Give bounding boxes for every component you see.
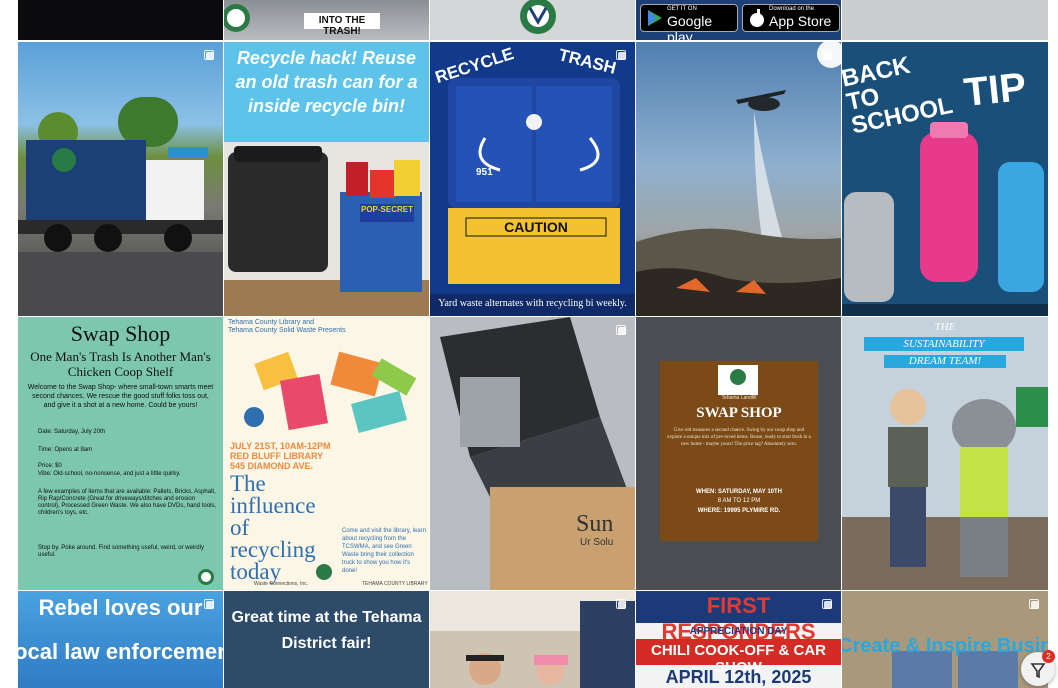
carousel-icon — [204, 599, 215, 610]
post-r2-d-when: WHEN: SATURDAY, MAY 10TH — [695, 489, 782, 495]
trash-can-photo — [224, 142, 429, 316]
post-r2-a-subtitle: One Man's Trash Is Another Man's Chicken… — [30, 349, 211, 379]
post-r2-e-line1: THE — [934, 321, 956, 333]
post-r2-d-logo — [718, 365, 758, 395]
carousel-icon — [616, 50, 627, 61]
post-r3-c[interactable] — [430, 591, 635, 688]
post-r2-d-hours: 8 AM TO 12 PM — [717, 498, 761, 504]
floating-filter-button[interactable]: 2 — [1021, 650, 1055, 686]
fair-booth-photo — [430, 591, 635, 688]
post-r2-a-logo — [198, 569, 214, 585]
post-r3-e-line1: Create & Inspire Business Su — [842, 635, 1048, 657]
post-r2-c[interactable]: Sun Ur Solu — [430, 317, 635, 590]
apple-icon — [750, 9, 764, 27]
app-store-label: App Store — [769, 13, 832, 29]
carousel-icon — [616, 325, 627, 336]
post-r3-e[interactable]: Create & Inspire Business Su — [842, 591, 1048, 688]
post-r2-a-title: Swap Shop — [70, 321, 171, 346]
post-r0-c-logo — [520, 0, 556, 34]
post-r3-d-line1: FIRST RESPONDERS — [661, 593, 816, 644]
notification-badge: 2 — [1042, 650, 1055, 663]
post-r2-d-where: WHERE: 19995 PLYMIRE RD. — [697, 508, 781, 514]
helicopter-fire-photo — [636, 42, 841, 316]
water-bottles-photo — [842, 122, 1048, 316]
carousel-icon — [822, 599, 833, 610]
post-r1-e[interactable]: BACK TO SCHOOL TIP — [842, 42, 1048, 316]
post-r3-a-line2: local law enforcement — [18, 639, 223, 664]
post-r3-d-line2: APPRECIATION DAY — [689, 626, 788, 637]
post-r0-a[interactable] — [18, 0, 223, 40]
play-store-icon — [648, 10, 662, 26]
carousel-icon — [204, 50, 215, 61]
post-r0-b[interactable]: INTO THE TRASH! — [224, 0, 429, 40]
post-r1-c-number: 951 — [476, 167, 493, 178]
post-r1-d[interactable] — [636, 42, 841, 316]
post-r0-d[interactable]: GET IT ON Google play Download on the Ap… — [636, 0, 841, 40]
google-play-badge: GET IT ON Google play — [640, 4, 738, 40]
google-play-label: Google play — [667, 13, 713, 40]
carousel-icon — [822, 50, 833, 61]
post-r2-a-list: A few examples of items that are availab… — [38, 489, 217, 516]
post-r3-b-line1: Great time at the Tehama — [231, 609, 422, 626]
post-r3-d-line4: APRIL 12th, 2025 — [665, 667, 812, 687]
post-r1-b[interactable]: Recycle hack! Reuse an old trash can for… — [224, 42, 429, 316]
left-margin — [0, 0, 18, 688]
post-r2-a-date: Date: Saturday, July 20th — [38, 429, 105, 435]
post-r2-d-body: Give old treasures a second chance. Swin… — [667, 428, 811, 447]
google-play-pre: GET IT ON — [667, 6, 697, 12]
post-r3-b[interactable]: Great time at the Tehama District fair! — [224, 591, 429, 688]
post-r2-c-box2: Ur Solu — [580, 537, 614, 548]
post-r3-d[interactable]: FIRST RESPONDERS APPRECIATION DAY CHILI … — [636, 591, 841, 688]
post-r1-b-box: POP-SECRET — [360, 205, 413, 214]
post-r2-b-logo2: TEHAMA COUNTY LIBRARY — [362, 581, 428, 587]
instagram-feed-grid: INTO THE TRASH! GET IT ON Google play Do… — [0, 0, 1058, 688]
post-r0-b-caption: INTO THE TRASH! — [318, 15, 366, 37]
post-r2-e-line3: DREAM TEAM! — [908, 355, 982, 367]
recycle-truck-rear-photo — [430, 78, 635, 316]
carousel-icon — [616, 599, 627, 610]
post-r2-e-line2: SUSTAINABILITY — [903, 338, 985, 350]
post-r2-b-place1: RED BLUFF LIBRARY — [230, 451, 324, 461]
app-store-pre: Download on the — [769, 6, 815, 12]
post-r2-d-title: SWAP SHOP — [696, 405, 782, 421]
post-r2-e[interactable]: THE SUSTAINABILITY DREAM TEAM! — [842, 317, 1048, 590]
post-r2-b-logo1: Waste Connections, Inc. — [254, 581, 309, 587]
post-r2-b-place2: 545 DIAMOND AVE. — [230, 461, 314, 471]
app-store-badge: Download on the App Store — [742, 4, 840, 32]
post-r1-a[interactable] — [18, 42, 223, 316]
garbage-truck-photo — [18, 97, 223, 316]
post-r0-e[interactable] — [842, 0, 1048, 40]
post-r1-c-caution: CAUTION — [504, 219, 568, 235]
post-r0-c[interactable] — [430, 0, 635, 40]
post-r2-b[interactable]: Tehama County Library and Tehama County … — [224, 317, 429, 590]
post-r2-d-org: Tehama Landfill — [721, 395, 757, 401]
post-r2-d[interactable]: Tehama Landfill SWAP SHOP Give old treas… — [636, 317, 841, 590]
post-r2-a-vibe: Vibe: Old-school, no-nonsense, and just … — [38, 471, 181, 477]
post-r1-c[interactable]: RECYCLE TRASH 951 CAUTION Yard waste alt… — [430, 42, 635, 316]
post-r2-c-box: Sun — [576, 511, 614, 537]
post-r2-a-time: Time: Opens at 8am — [38, 447, 93, 453]
post-grid: INTO THE TRASH! GET IT ON Google play Do… — [18, 0, 1048, 688]
post-r3-b-line2: District fair! — [281, 635, 372, 652]
post-r3-a[interactable]: Rebel loves our local law enforcement — [18, 591, 223, 688]
post-r2-a-footer: Stop by. Poke around. Find something use… — [38, 545, 204, 558]
post-r2-a-intro: Welcome to the Swap Shop- where small-to… — [27, 384, 214, 409]
carousel-icon — [1029, 599, 1040, 610]
post-r2-a[interactable]: Swap Shop One Man's Trash Is Another Man… — [18, 317, 223, 590]
post-r2-a-price: Price: $0 — [38, 463, 62, 469]
post-r2-b-date: JULY 21ST, 10AM-12PM — [230, 441, 331, 451]
electronics-recycling-photo — [430, 317, 635, 590]
post-r1-c-caption: Yard waste alternates with recycling bi … — [438, 298, 627, 309]
post-r3-a-line1: Rebel loves our — [38, 595, 203, 620]
